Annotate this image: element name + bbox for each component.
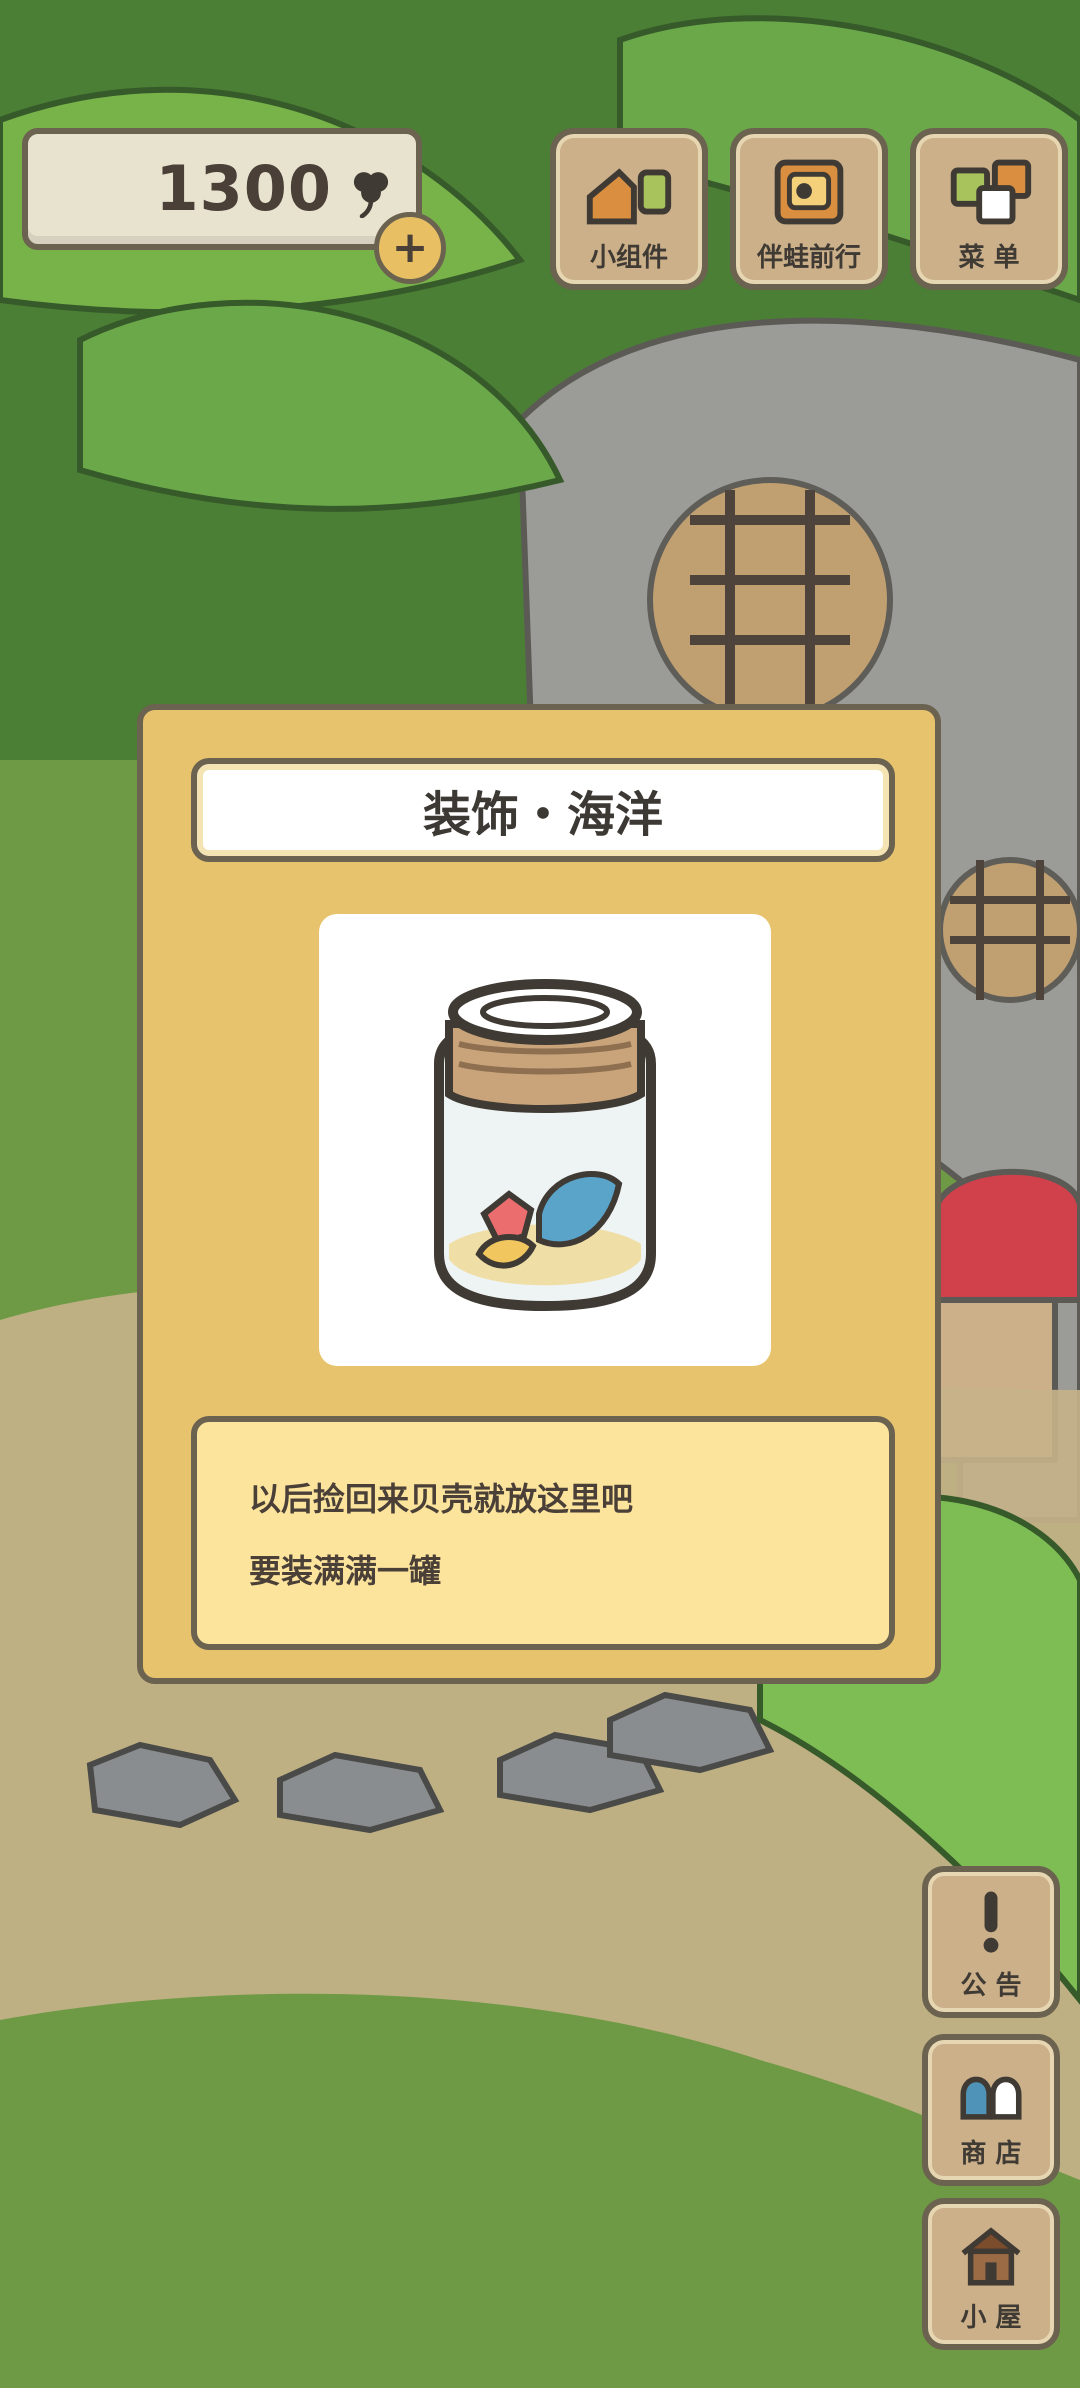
widgets-label: 小组件 <box>589 243 668 273</box>
menu-cards-icon <box>950 159 1032 225</box>
announcement-label: 公 告 <box>960 1971 1022 2001</box>
widgets-button[interactable]: 小组件 <box>550 128 708 290</box>
announcement-button[interactable]: 公 告 <box>922 1866 1060 2018</box>
add-clover-button[interactable]: + <box>374 212 446 284</box>
house-label: 小 屋 <box>960 2303 1022 2333</box>
shop-label: 商 店 <box>960 2139 1022 2169</box>
description-line-2: 要装满满一罐 <box>249 1552 442 1590</box>
plus-icon: + <box>391 222 429 273</box>
house-button[interactable]: 小 屋 <box>922 2198 1060 2350</box>
shop-button[interactable]: 商 店 <box>922 2034 1060 2186</box>
widgets-icon <box>586 168 672 225</box>
modal-title-bar: 装饰・海洋 <box>191 758 895 862</box>
item-description-box: 以后捡回来贝壳就放这里吧 要装满满一罐 <box>191 1416 895 1650</box>
travel-with-frog-label: 伴蛙前行 <box>756 243 861 273</box>
description-line-1: 以后捡回来贝壳就放这里吧 <box>249 1480 634 1518</box>
exclamation-icon <box>983 1891 999 1953</box>
clover-counter: 1300 <box>22 128 422 250</box>
item-image-card <box>319 914 771 1366</box>
clover-count: 1300 <box>155 152 332 225</box>
modal-title: 装饰・海洋 <box>422 787 663 843</box>
frog-journal-icon <box>774 159 844 225</box>
travel-with-frog-button[interactable]: 伴蛙前行 <box>730 128 888 290</box>
house-icon <box>961 2227 1021 2286</box>
bags-icon <box>960 2076 1022 2120</box>
item-detail-modal: 装饰・海洋 以后捡回来贝壳就放这里吧 要装满满一罐 <box>137 704 941 1684</box>
clover-icon <box>353 172 389 218</box>
menu-label: 菜 单 <box>958 243 1020 273</box>
menu-button[interactable]: 菜 单 <box>910 128 1068 290</box>
shell-jar-icon <box>434 979 656 1312</box>
